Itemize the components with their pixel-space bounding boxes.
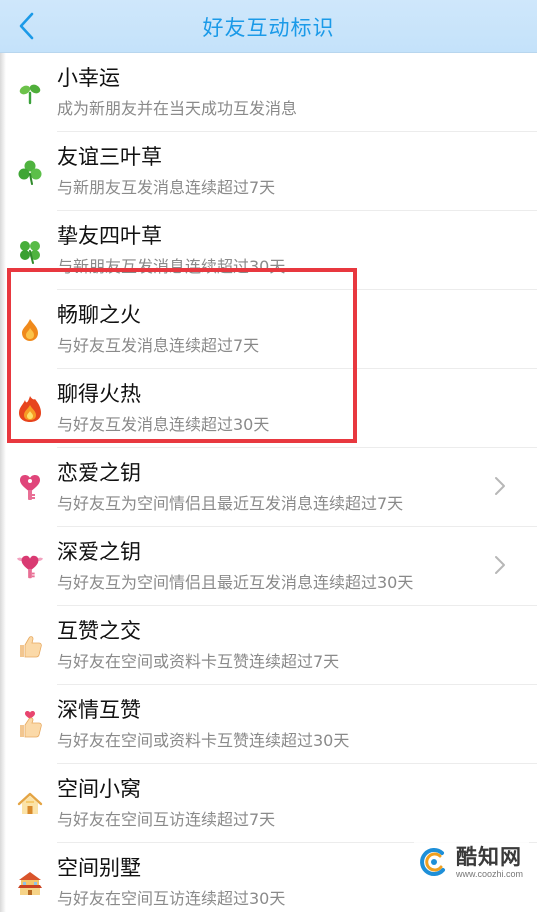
villa-icon: [16, 869, 44, 897]
list-item: 互赞之交 与好友在空间或资料卡互赞连续超过7天: [0, 606, 537, 685]
item-description: 与好友互发消息连续超过30天: [57, 415, 270, 434]
list-item: 聊得火热 与好友互发消息连续超过30天: [0, 369, 537, 448]
item-description: 与新朋友互发消息连续超过30天: [57, 257, 286, 276]
item-title: 小幸运: [57, 66, 120, 90]
coozhi-logo-icon: [420, 848, 445, 876]
item-description: 与好友在空间互访连续超过7天: [57, 810, 276, 829]
item-title: 深爱之钥: [57, 540, 141, 564]
item-title: 空间别墅: [57, 856, 141, 880]
item-description: 与好友在空间或资料卡互赞连续超过30天: [57, 731, 350, 750]
app-screen: 好友互动标识 小幸运 成为新朋友并在当天成功互发消息 友谊三叶草 与新朋友互发消…: [0, 0, 537, 912]
item-description: 与好友互为空间情侣且最近互发消息连续超过7天: [57, 494, 404, 513]
list-item: 畅聊之火 与好友互发消息连续超过7天: [0, 290, 537, 369]
sprout-icon: [16, 79, 44, 107]
chevron-right-icon: [495, 477, 505, 495]
small-house-icon: [16, 790, 44, 818]
navigation-bar: 好友互动标识: [0, 0, 537, 53]
list-item: 挚友四叶草 与新朋友互发消息连续超过30天: [0, 211, 537, 290]
item-description: 与好友互为空间情侣且最近互发消息连续超过30天: [57, 573, 414, 592]
item-description: 与好友在空间或资料卡互赞连续超过7天: [57, 652, 340, 671]
item-title: 友谊三叶草: [57, 145, 162, 169]
four-leaf-clover-icon: [16, 237, 44, 265]
three-leaf-clover-icon: [16, 158, 44, 186]
item-description: 成为新朋友并在当天成功互发消息: [57, 99, 298, 118]
item-title: 挚友四叶草: [57, 224, 162, 248]
watermark-name: 酷知网: [455, 844, 522, 869]
thumbs-up-heart-icon: [16, 711, 44, 739]
item-title: 空间小窝: [57, 777, 141, 801]
list-item: 友谊三叶草 与新朋友互发消息连续超过7天: [0, 132, 537, 211]
chevron-right-icon: [495, 556, 505, 574]
item-title: 深情互赞: [57, 698, 141, 722]
watermark-url: www.coozhi.com: [455, 868, 523, 879]
watermark: 酷知网 www.coozhi.com: [413, 842, 529, 882]
badge-list: 小幸运 成为新朋友并在当天成功互发消息 友谊三叶草 与新朋友互发消息连续超过7天: [0, 53, 537, 912]
list-item: 小幸运 成为新朋友并在当天成功互发消息: [0, 53, 537, 132]
item-title: 畅聊之火: [57, 303, 141, 327]
list-item[interactable]: 深爱之钥 与好友互为空间情侣且最近互发消息连续超过30天: [0, 527, 537, 606]
list-item[interactable]: 恋爱之钥 与好友互为空间情侣且最近互发消息连续超过7天: [0, 448, 537, 527]
page-title: 好友互动标识: [202, 16, 335, 40]
item-title: 聊得火热: [57, 382, 141, 406]
item-title: 恋爱之钥: [57, 461, 141, 485]
big-fire-icon: [16, 395, 44, 423]
list-item: 空间小窝 与好友在空间互访连续超过7天: [0, 764, 537, 843]
item-title: 互赞之交: [57, 619, 141, 643]
heart-lock-icon: [16, 474, 44, 502]
item-description: 与好友在空间互访连续超过30天: [57, 889, 286, 908]
item-description: 与好友互发消息连续超过7天: [57, 336, 260, 355]
list-item: 深情互赞 与好友在空间或资料卡互赞连续超过30天: [0, 685, 537, 764]
small-fire-icon: [16, 316, 44, 344]
item-description: 与新朋友互发消息连续超过7天: [57, 178, 276, 197]
thumbs-up-icon: [16, 632, 44, 660]
winged-heart-lock-icon: [16, 553, 44, 581]
